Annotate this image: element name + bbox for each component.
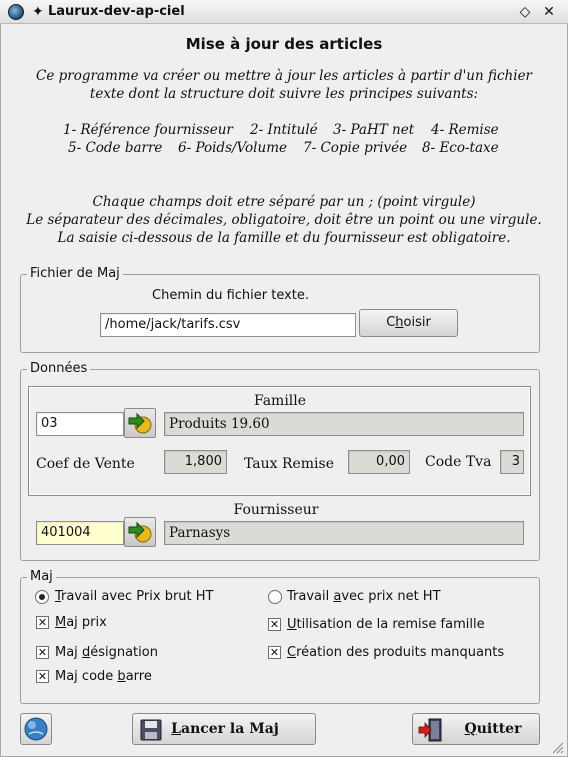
label-post: ancer la Maj: [181, 721, 279, 737]
checkbox-maj-code-barre[interactable]: ✕: [36, 670, 49, 683]
window-close-icon[interactable]: ✕: [540, 2, 558, 22]
label-post: uitter: [476, 721, 522, 737]
resize-grip-icon[interactable]: [550, 740, 564, 754]
field-spec-2: 2- Intitulé: [250, 122, 318, 138]
famille-name-field: Produits 19.60: [164, 412, 524, 436]
globe-help-icon: [24, 717, 48, 741]
famille-lookup-button[interactable]: [124, 408, 156, 438]
go-arrow-icon: [128, 412, 152, 434]
label-mnemonic: C: [287, 645, 297, 660]
radio-prix-net-label[interactable]: Travail avec prix net HT: [287, 589, 441, 605]
field-spec-5: 5- Code barre: [68, 140, 163, 156]
app-logo-icon[interactable]: [8, 4, 24, 20]
taux-remise-value: 0,00: [348, 450, 410, 474]
checkbox-maj-code-barre-label[interactable]: Maj code barre: [55, 669, 152, 685]
window-menu-icon[interactable]: ◇: [516, 2, 534, 22]
choose-label-pre: C: [386, 315, 396, 330]
window-title: Laurux-dev-ap-ciel: [48, 4, 185, 19]
donnees-group-legend: Données: [27, 361, 91, 377]
label-pre: Travail: [287, 589, 334, 604]
field-spec-3: 3- PaHT net: [333, 122, 415, 138]
launch-update-button[interactable]: Lancer la Maj: [132, 713, 316, 745]
checkbox-remise-famille-label[interactable]: Utilisation de la remise famille: [287, 617, 485, 633]
field-spec-7: 7- Copie privée: [303, 140, 408, 156]
coef-vente-value: 1,800: [164, 450, 227, 474]
go-arrow-icon: [128, 521, 152, 543]
label-post: ravail avec Prix brut HT: [61, 589, 214, 604]
exit-door-icon: [418, 718, 442, 742]
intro-line-2: texte dont la structure doit suivre les …: [89, 86, 479, 102]
label-pre: Maj code: [55, 669, 118, 684]
file-path-label: Chemin du fichier texte.: [152, 288, 310, 303]
radio-prix-net[interactable]: [268, 590, 282, 604]
coef-vente-label: Coef de Vente: [36, 456, 135, 472]
choose-label-post: oisir: [403, 315, 431, 330]
intro-line-1: Ce programme va créer ou mettre à jour l…: [35, 68, 533, 84]
fournisseur-lookup-button[interactable]: [124, 517, 156, 547]
checkbox-creation-produits[interactable]: ✕: [268, 646, 281, 659]
famille-code-input[interactable]: 03: [36, 412, 124, 436]
rule-line-3: La saisie ci-dessous de la famille et du…: [57, 230, 511, 246]
field-spec-8: 8- Eco-taxe: [422, 140, 499, 156]
field-spec-6: 6- Poids/Volume: [178, 140, 287, 156]
code-tva-value: 3: [500, 450, 524, 474]
code-tva-label: Code Tva: [425, 454, 492, 470]
label-mnemonic: d: [81, 645, 91, 660]
checkbox-maj-prix[interactable]: ✕: [36, 616, 49, 629]
checkbox-maj-prix-label[interactable]: Maj prix: [55, 615, 107, 631]
fournisseur-name-field: Parnasys: [164, 521, 524, 545]
quit-button[interactable]: Quitter: [412, 713, 540, 745]
label-mnemonic: Q: [464, 721, 477, 737]
checkbox-remise-famille[interactable]: ✕: [268, 618, 281, 631]
label-pre: Maj: [55, 645, 82, 660]
label-mnemonic: L: [171, 721, 181, 737]
label-post: aj prix: [66, 615, 107, 630]
label-post: vec prix net HT: [341, 589, 441, 604]
label-mnemonic: b: [117, 669, 126, 684]
quit-label: Quitter: [449, 721, 537, 737]
fournisseur-code-input[interactable]: 401004: [36, 521, 124, 545]
checkbox-maj-designation[interactable]: ✕: [36, 646, 49, 659]
famille-title: Famille: [253, 393, 307, 409]
label-post: tilisation de la remise famille: [296, 617, 485, 632]
file-path-input[interactable]: /home/jack/tarifs.csv: [100, 313, 356, 337]
taux-remise-label: Taux Remise: [244, 456, 335, 472]
label-post: arre: [125, 669, 152, 684]
radio-prix-brut-label[interactable]: Travail avec Prix brut HT: [55, 589, 213, 605]
choose-file-button[interactable]: Choisir: [359, 309, 458, 337]
checkbox-creation-produits-label[interactable]: Création des produits manquants: [287, 645, 504, 661]
fournisseur-title: Fournisseur: [233, 502, 319, 518]
label-post: ésignation: [90, 645, 158, 660]
label-mnemonic: U: [287, 617, 297, 632]
checkbox-maj-designation-label[interactable]: Maj désignation: [55, 645, 158, 661]
label-post: réation des produits manquants: [296, 645, 505, 660]
field-spec-1: 1- Référence fournisseur: [63, 122, 233, 138]
choose-label-mnemonic: h: [395, 315, 404, 330]
rule-line-2: Le séparateur des décimales, obligatoire…: [26, 212, 542, 228]
launch-update-label: Lancer la Maj: [133, 721, 317, 737]
label-mnemonic: M: [55, 615, 67, 630]
rule-line-1: Chaque champs doit etre séparé par un ; …: [92, 194, 476, 210]
help-button[interactable]: [20, 713, 52, 745]
fichier-group-legend: Fichier de Maj: [27, 266, 123, 282]
maj-group-legend: Maj: [27, 569, 56, 585]
radio-prix-brut[interactable]: [35, 590, 49, 604]
page-title: Mise à jour des articles: [185, 35, 383, 53]
pin-icon[interactable]: ✦: [32, 3, 44, 21]
field-spec-4: 4- Remise: [431, 122, 499, 138]
